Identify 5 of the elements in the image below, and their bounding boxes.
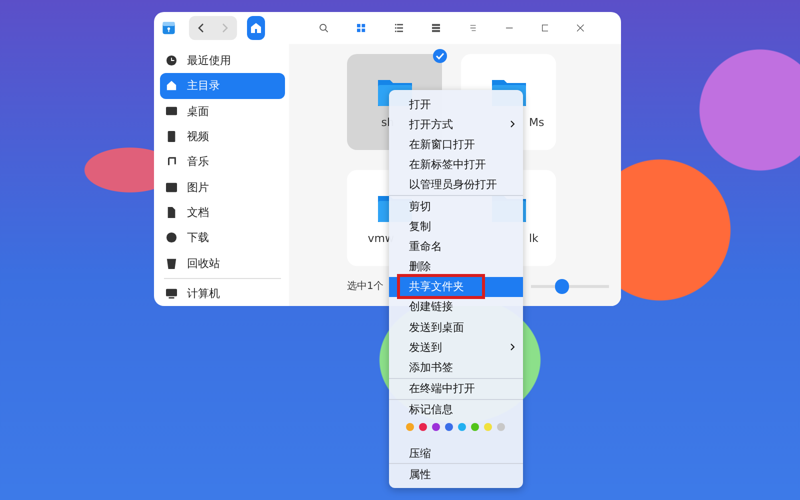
folder-name: sh <box>381 116 394 129</box>
folder-name: vmw <box>368 232 394 245</box>
folder-name: Ms <box>529 116 544 129</box>
folder-name: lk <box>529 232 538 245</box>
status-text: 选中1个 <box>347 280 384 293</box>
